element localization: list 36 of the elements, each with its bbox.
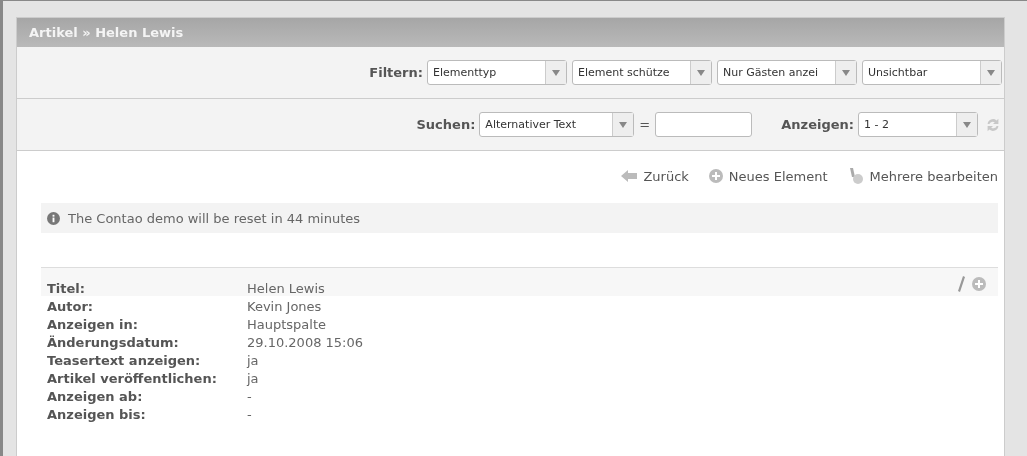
field-value: Kevin Jones <box>247 299 322 315</box>
range-select[interactable]: 1 - 2 <box>858 112 978 137</box>
info-text: The Contao demo will be reset in 44 minutes <box>68 210 361 226</box>
search-field[interactable] <box>655 112 753 137</box>
field-label: Artikel veröffentlichen: <box>47 371 218 387</box>
plus-circle-icon[interactable] <box>972 277 986 291</box>
field-label: Anzeigen in: <box>47 317 139 333</box>
field-label: Anzeigen ab: <box>47 389 144 405</box>
equals-sign: = <box>639 117 651 132</box>
info-icon <box>47 211 60 225</box>
field-value: ja <box>247 353 259 369</box>
field-value: - <box>247 389 252 405</box>
field-value: Helen Lewis <box>247 281 325 297</box>
filter-select[interactable]: Nur Gästen anzei <box>717 60 857 85</box>
field-value: ja <box>247 371 259 387</box>
field-value: Hauptspalte <box>247 317 327 333</box>
field-label: Anzeigen bis: <box>47 407 147 423</box>
new-element-link[interactable]: Neues Element <box>708 168 828 184</box>
left-arrow-icon <box>621 170 638 182</box>
filter-select[interactable]: Elementtyp <box>427 60 567 85</box>
panel-title: Artikel » Helen Lewis <box>29 25 184 40</box>
edit-multiple-link[interactable]: Mehrere bearbeiten <box>847 168 998 184</box>
search-label: Suchen: <box>416 117 476 132</box>
display-label: Anzeigen: <box>781 117 854 132</box>
field-value: - <box>247 407 252 423</box>
filter-label: Filtern: <box>369 65 423 80</box>
field-label: Titel: <box>47 281 86 297</box>
back-link[interactable]: Zurück <box>621 168 689 184</box>
field-value: 29.10.2008 15:06 <box>247 335 364 351</box>
plus-circle-icon <box>708 169 723 183</box>
search-field-select[interactable]: Alternativer Text <box>479 112 635 137</box>
filter-select[interactable]: Element schütze <box>572 60 712 85</box>
filter-select[interactable]: Unsichtbar <box>862 60 1002 85</box>
field-label: Teasertext anzeigen: <box>47 353 202 369</box>
field-label: Autor: <box>47 299 95 315</box>
field-label: Änderungsdatum: <box>47 335 180 351</box>
